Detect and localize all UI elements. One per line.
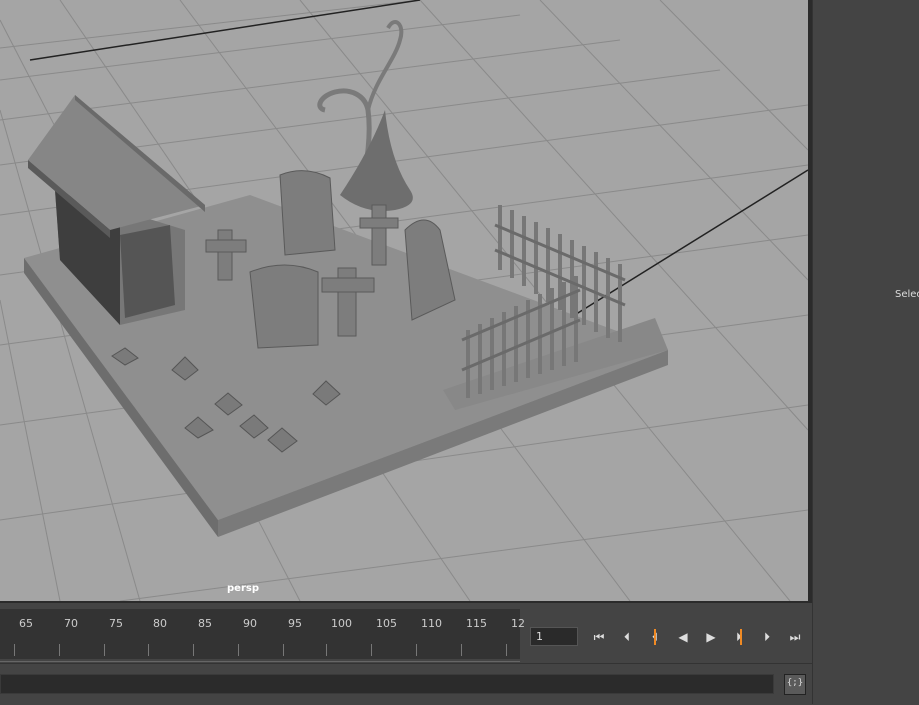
key-marker-icon (654, 629, 656, 645)
step-forward-icon: ⏵ (763, 630, 770, 644)
play-backward-button[interactable]: ◀ (673, 627, 693, 647)
tick-label: 105 (376, 617, 397, 630)
tick-mark (104, 644, 105, 656)
tick-mark (371, 644, 372, 656)
go-end-icon: ⏭ (789, 630, 801, 644)
tick-label: 85 (198, 617, 212, 630)
go-to-start-button[interactable]: ⏮ (589, 627, 609, 647)
tick-mark (326, 644, 327, 656)
tick-label: 80 (153, 617, 167, 630)
command-input[interactable] (0, 674, 774, 694)
script-editor-icon: {;} (786, 678, 804, 688)
tick-label: 115 (466, 617, 487, 630)
tick-label: 95 (288, 617, 302, 630)
ruler-baseline (0, 661, 520, 662)
script-editor-button[interactable]: {;} (784, 674, 806, 695)
camera-label: persp (227, 583, 259, 594)
tick-label: 75 (109, 617, 123, 630)
perspective-viewport[interactable]: persp (0, 0, 808, 601)
tick-mark (506, 644, 507, 656)
tick-mark (14, 644, 15, 656)
tick-label: 100 (331, 617, 352, 630)
next-key-button[interactable]: ⏵ (729, 627, 749, 647)
tick-label: 65 (19, 617, 33, 630)
tick-mark (416, 644, 417, 656)
tick-label: 110 (421, 617, 442, 630)
tick-mark (461, 644, 462, 656)
tick-mark (238, 644, 239, 656)
scene-render (0, 0, 808, 601)
step-forward-button[interactable]: ⏵ (757, 627, 777, 647)
tick-mark (283, 644, 284, 656)
key-marker-icon (740, 629, 742, 645)
tick-mark (193, 644, 194, 656)
tick-label: 90 (243, 617, 257, 630)
play-forward-button[interactable]: ▶ (701, 627, 721, 647)
tick-label: 70 (64, 617, 78, 630)
go-start-icon: ⏮ (593, 630, 605, 644)
prev-key-button[interactable]: ⏴ (645, 627, 665, 647)
attribute-panel: Selec (812, 0, 919, 704)
play-backward-icon: ◀ (678, 630, 688, 644)
go-to-end-button[interactable]: ⏭ (785, 627, 805, 647)
tick-mark (148, 644, 149, 656)
dead-tree (317, 20, 413, 211)
play-forward-icon: ▶ (706, 630, 716, 644)
step-back-icon: ⏴ (623, 630, 630, 644)
time-slider[interactable]: 65 70 75 80 85 90 95 100 105 110 115 12 … (0, 601, 812, 665)
step-back-button[interactable]: ⏴ (617, 627, 637, 647)
panel-select-hint: Selec (895, 289, 919, 300)
tick-label: 12 (511, 617, 525, 630)
command-line: {;} (0, 663, 812, 705)
current-frame-field[interactable]: 1 (530, 627, 578, 646)
tick-mark (59, 644, 60, 656)
time-ruler[interactable]: 65 70 75 80 85 90 95 100 105 110 115 12 (0, 609, 525, 662)
